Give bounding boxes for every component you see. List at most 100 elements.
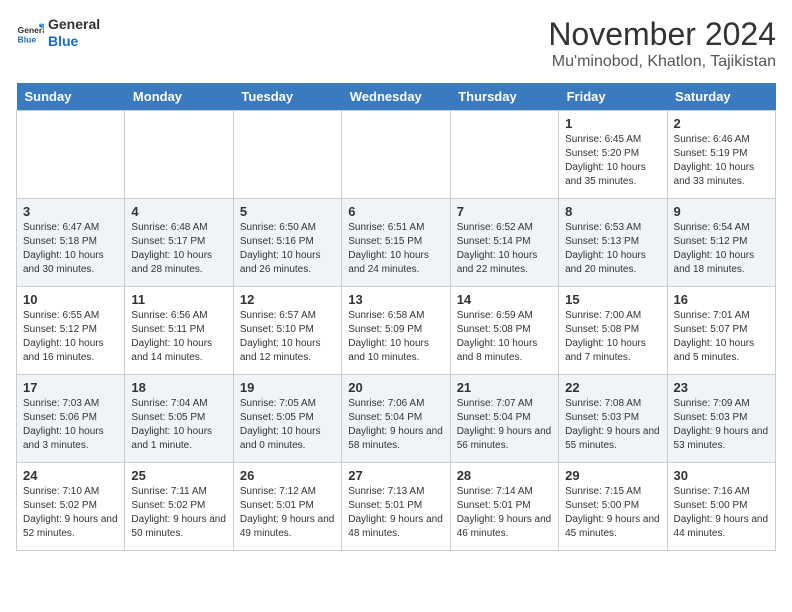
day-content: Sunrise: 6:52 AM Sunset: 5:14 PM Dayligh…	[457, 221, 552, 277]
calendar-cell: 14 Sunrise: 6:59 AM Sunset: 5:08 PM Dayli…	[450, 287, 558, 375]
calendar-cell: 26 Sunrise: 7:12 AM Sunset: 5:01 PM Dayli…	[233, 463, 341, 551]
day-content: Sunrise: 7:11 AM Sunset: 5:02 PM Dayligh…	[131, 485, 226, 541]
calendar-cell: 28 Sunrise: 7:14 AM Sunset: 5:01 PM Dayli…	[450, 463, 558, 551]
logo: General Blue General Blue	[16, 16, 100, 50]
calendar-cell: 27 Sunrise: 7:13 AM Sunset: 5:01 PM Dayli…	[342, 463, 450, 551]
day-number: 15	[565, 292, 660, 307]
calendar-cell: 15 Sunrise: 7:00 AM Sunset: 5:08 PM Dayli…	[559, 287, 667, 375]
logo-text: General Blue	[48, 16, 100, 50]
logo-icon: General Blue	[16, 19, 44, 47]
col-header-tuesday: Tuesday	[233, 83, 341, 111]
logo-line2: Blue	[48, 33, 100, 50]
day-number: 21	[457, 380, 552, 395]
calendar-cell: 11 Sunrise: 6:56 AM Sunset: 5:11 PM Dayli…	[125, 287, 233, 375]
calendar-cell: 3 Sunrise: 6:47 AM Sunset: 5:18 PM Daylig…	[17, 199, 125, 287]
calendar-cell	[125, 111, 233, 199]
calendar-cell: 7 Sunrise: 6:52 AM Sunset: 5:14 PM Daylig…	[450, 199, 558, 287]
day-number: 23	[674, 380, 769, 395]
day-number: 19	[240, 380, 335, 395]
calendar-cell: 21 Sunrise: 7:07 AM Sunset: 5:04 PM Dayli…	[450, 375, 558, 463]
calendar-table: SundayMondayTuesdayWednesdayThursdayFrid…	[16, 83, 776, 551]
calendar-cell: 2Sunrise: 6:46 AM Sunset: 5:19 PM Daylig…	[667, 111, 775, 199]
col-header-saturday: Saturday	[667, 83, 775, 111]
day-number: 12	[240, 292, 335, 307]
calendar-cell: 18Sunrise: 7:04 AM Sunset: 5:05 PM Dayli…	[125, 375, 233, 463]
col-header-wednesday: Wednesday	[342, 83, 450, 111]
day-content: Sunrise: 7:14 AM Sunset: 5:01 PM Dayligh…	[457, 485, 552, 541]
calendar-cell: 9Sunrise: 6:54 AM Sunset: 5:12 PM Daylig…	[667, 199, 775, 287]
day-content: Sunrise: 7:06 AM Sunset: 5:04 PM Dayligh…	[348, 397, 443, 453]
day-content: Sunrise: 6:51 AM Sunset: 5:15 PM Dayligh…	[348, 221, 443, 277]
day-number: 6	[348, 204, 443, 219]
day-content: Sunrise: 6:59 AM Sunset: 5:08 PM Dayligh…	[457, 309, 552, 365]
day-content: Sunrise: 7:05 AM Sunset: 5:05 PM Dayligh…	[240, 397, 335, 453]
day-content: Sunrise: 6:48 AM Sunset: 5:17 PM Dayligh…	[131, 221, 226, 277]
week-row-4: 17 Sunrise: 7:03 AM Sunset: 5:06 PM Dayli…	[17, 375, 776, 463]
day-number: 17	[23, 380, 118, 395]
day-content: Sunrise: 6:54 AM Sunset: 5:12 PM Dayligh…	[674, 221, 769, 277]
day-number: 25	[131, 468, 226, 483]
day-content: Sunrise: 7:13 AM Sunset: 5:01 PM Dayligh…	[348, 485, 443, 541]
day-number: 4	[131, 204, 226, 219]
day-content: Sunrise: 7:09 AM Sunset: 5:03 PM Dayligh…	[674, 397, 769, 453]
day-content: Sunrise: 6:47 AM Sunset: 5:18 PM Dayligh…	[23, 221, 118, 277]
page-title: November 2024	[548, 16, 776, 53]
day-content: Sunrise: 6:56 AM Sunset: 5:11 PM Dayligh…	[131, 309, 226, 365]
day-content: Sunrise: 6:53 AM Sunset: 5:13 PM Dayligh…	[565, 221, 660, 277]
day-content: Sunrise: 6:57 AM Sunset: 5:10 PM Dayligh…	[240, 309, 335, 365]
week-row-1: 1Sunrise: 6:45 AM Sunset: 5:20 PM Daylig…	[17, 111, 776, 199]
week-row-2: 3 Sunrise: 6:47 AM Sunset: 5:18 PM Daylig…	[17, 199, 776, 287]
day-content: Sunrise: 7:10 AM Sunset: 5:02 PM Dayligh…	[23, 485, 118, 541]
day-number: 2	[674, 116, 769, 131]
page-subtitle: Mu'minobod, Khatlon, Tajikistan	[548, 53, 776, 71]
day-content: Sunrise: 7:01 AM Sunset: 5:07 PM Dayligh…	[674, 309, 769, 365]
calendar-cell: 1Sunrise: 6:45 AM Sunset: 5:20 PM Daylig…	[559, 111, 667, 199]
day-number: 8	[565, 204, 660, 219]
calendar-cell: 23 Sunrise: 7:09 AM Sunset: 5:03 PM Dayli…	[667, 375, 775, 463]
svg-text:Blue: Blue	[18, 34, 37, 44]
day-number: 18	[131, 380, 226, 395]
day-content: Sunrise: 7:00 AM Sunset: 5:08 PM Dayligh…	[565, 309, 660, 365]
calendar-cell: 30Sunrise: 7:16 AM Sunset: 5:00 PM Dayli…	[667, 463, 775, 551]
day-content: Sunrise: 7:03 AM Sunset: 5:06 PM Dayligh…	[23, 397, 118, 453]
day-content: Sunrise: 7:12 AM Sunset: 5:01 PM Dayligh…	[240, 485, 335, 541]
calendar-cell: 6 Sunrise: 6:51 AM Sunset: 5:15 PM Daylig…	[342, 199, 450, 287]
day-content: Sunrise: 7:07 AM Sunset: 5:04 PM Dayligh…	[457, 397, 552, 453]
calendar-cell: 19 Sunrise: 7:05 AM Sunset: 5:05 PM Dayli…	[233, 375, 341, 463]
week-row-5: 24 Sunrise: 7:10 AM Sunset: 5:02 PM Dayli…	[17, 463, 776, 551]
calendar-cell: 20 Sunrise: 7:06 AM Sunset: 5:04 PM Dayli…	[342, 375, 450, 463]
col-header-sunday: Sunday	[17, 83, 125, 111]
calendar-cell: 8 Sunrise: 6:53 AM Sunset: 5:13 PM Daylig…	[559, 199, 667, 287]
day-number: 28	[457, 468, 552, 483]
calendar-cell	[342, 111, 450, 199]
day-number: 29	[565, 468, 660, 483]
day-number: 20	[348, 380, 443, 395]
calendar-cell: 12 Sunrise: 6:57 AM Sunset: 5:10 PM Dayli…	[233, 287, 341, 375]
day-number: 22	[565, 380, 660, 395]
calendar-cell	[450, 111, 558, 199]
day-number: 27	[348, 468, 443, 483]
day-number: 3	[23, 204, 118, 219]
title-block: November 2024 Mu'minobod, Khatlon, Tajik…	[548, 16, 776, 71]
day-number: 7	[457, 204, 552, 219]
calendar-cell: 24 Sunrise: 7:10 AM Sunset: 5:02 PM Dayli…	[17, 463, 125, 551]
calendar-cell: 4 Sunrise: 6:48 AM Sunset: 5:17 PM Daylig…	[125, 199, 233, 287]
header-row: SundayMondayTuesdayWednesdayThursdayFrid…	[17, 83, 776, 111]
calendar-cell: 29Sunrise: 7:15 AM Sunset: 5:00 PM Dayli…	[559, 463, 667, 551]
week-row-3: 10Sunrise: 6:55 AM Sunset: 5:12 PM Dayli…	[17, 287, 776, 375]
calendar-cell: 25 Sunrise: 7:11 AM Sunset: 5:02 PM Dayli…	[125, 463, 233, 551]
day-number: 14	[457, 292, 552, 307]
day-number: 26	[240, 468, 335, 483]
calendar-cell	[17, 111, 125, 199]
day-content: Sunrise: 6:50 AM Sunset: 5:16 PM Dayligh…	[240, 221, 335, 277]
day-number: 13	[348, 292, 443, 307]
day-number: 30	[674, 468, 769, 483]
calendar-cell: 5 Sunrise: 6:50 AM Sunset: 5:16 PM Daylig…	[233, 199, 341, 287]
day-number: 24	[23, 468, 118, 483]
logo-line1: General	[48, 16, 100, 33]
calendar-cell: 22Sunrise: 7:08 AM Sunset: 5:03 PM Dayli…	[559, 375, 667, 463]
day-number: 11	[131, 292, 226, 307]
day-number: 5	[240, 204, 335, 219]
calendar-cell: 16Sunrise: 7:01 AM Sunset: 5:07 PM Dayli…	[667, 287, 775, 375]
calendar-cell: 17 Sunrise: 7:03 AM Sunset: 5:06 PM Dayli…	[17, 375, 125, 463]
